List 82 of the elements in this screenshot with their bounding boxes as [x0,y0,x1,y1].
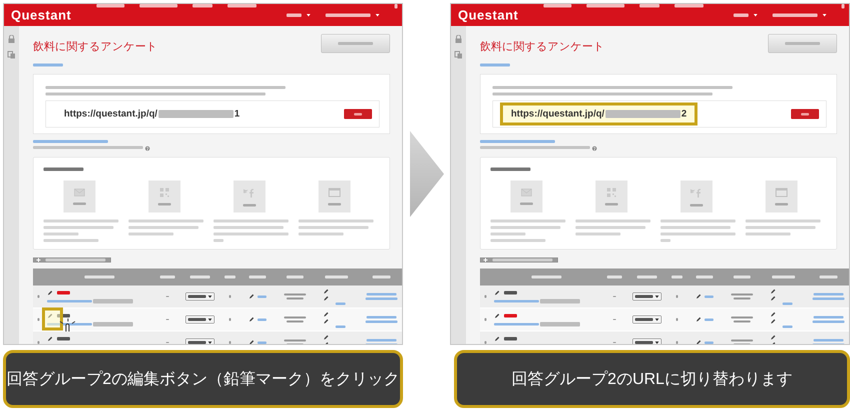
pencil-icon[interactable] [47,290,53,296]
column-header-drawing [190,276,210,278]
plus-icon [36,258,40,262]
plus-icon [484,258,488,262]
edit-button[interactable] [791,109,819,119]
edit-button[interactable] [344,109,372,119]
status-select[interactable] [632,316,662,324]
help-icon[interactable] [145,146,150,151]
column-header-drawing [607,276,622,278]
pencil-icon[interactable] [494,312,500,319]
method-tile[interactable] [234,180,266,212]
column-header-drawing [84,276,114,278]
user-menu[interactable] [772,13,818,17]
page-title: 飲料に関するアンケート [33,39,158,54]
language-menu[interactable] [286,13,302,17]
nav-item[interactable] [639,4,660,8]
method-tile[interactable] [64,180,96,212]
column-header-drawing [672,276,682,278]
pencil-icon[interactable] [47,336,53,342]
logo[interactable]: Questant [11,8,72,22]
caret-icon[interactable] [655,318,659,321]
section-heading-drawing [490,168,530,171]
pencil-icon[interactable] [494,336,500,342]
page-title: 飲料に関するアンケート [480,39,604,54]
pencil-icon[interactable] [696,340,702,344]
url-suffix: 1 [234,108,240,120]
browser-window-icon [776,188,788,197]
column-header-drawing [372,276,390,278]
column-header-drawing [224,276,236,278]
survey-url: https://questant.jp/q/ [511,108,604,120]
caption-box: 回答グループ2の編集ボタン（鉛筆マーク）をクリック [3,350,403,408]
pencil-icon[interactable] [696,294,702,300]
pencil-icon[interactable] [696,316,702,322]
method-tile[interactable] [596,180,628,212]
column-header-drawing [696,276,713,278]
column-header-drawing [772,276,795,278]
help-icon[interactable] [592,146,597,151]
caret-icon[interactable] [375,14,380,16]
column-header-drawing [532,276,562,278]
pencil-icon[interactable] [248,340,254,344]
pencil-icon[interactable] [248,294,254,300]
browser-window-icon [328,188,340,197]
pencil-icon[interactable] [248,316,254,322]
url-suffix: 2 [681,108,687,120]
caret-icon[interactable] [208,318,212,321]
column-header-drawing [249,276,266,278]
caret-icon[interactable] [822,14,826,16]
right-arrow-icon [410,131,444,217]
qr-code-icon [160,188,169,197]
status-select[interactable] [632,292,662,300]
column-header-drawing [325,276,348,278]
method-tile[interactable] [148,180,180,212]
qr-code-icon [607,188,616,197]
survey-url: https://questant.jp/q/ [64,108,158,120]
caret-icon[interactable] [208,341,212,344]
caption-box: 回答グループ2のURLに切り替わります [454,350,850,408]
nav-item[interactable] [192,4,212,8]
social-icon [243,186,256,198]
column-header-drawing [286,276,304,278]
caret-icon[interactable] [655,295,659,298]
logo[interactable]: Questant [458,8,518,22]
status-select[interactable] [186,292,214,300]
social-icon [690,186,703,198]
user-menu[interactable] [325,13,370,17]
caret-icon[interactable] [208,295,212,298]
pencil-icon[interactable] [494,290,500,296]
caret-icon[interactable] [753,14,758,16]
column-header-drawing [637,276,657,278]
column-header-drawing [820,276,838,278]
envelope-icon [521,188,532,196]
language-menu[interactable] [733,13,748,17]
column-header-drawing [160,276,175,278]
caret-icon[interactable] [655,341,659,344]
status-select[interactable] [186,316,214,324]
envelope-icon [74,188,85,196]
section-heading-drawing [44,168,84,171]
method-tile[interactable] [510,180,542,212]
method-tile[interactable] [318,180,350,212]
method-tile[interactable] [766,180,798,212]
caret-icon[interactable] [306,14,310,16]
column-header-drawing [734,276,750,278]
method-tile[interactable] [680,180,712,212]
